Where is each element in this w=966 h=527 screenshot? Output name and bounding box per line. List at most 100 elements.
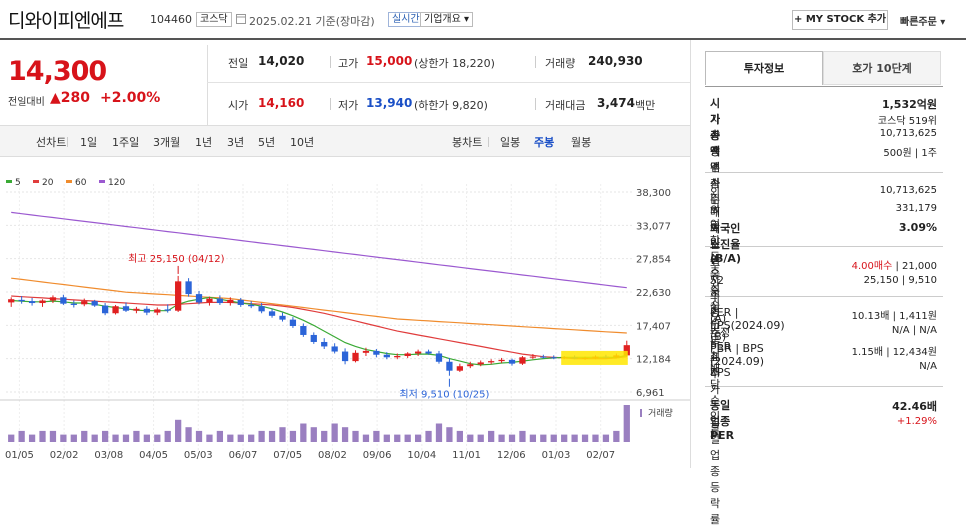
candle-body (477, 362, 484, 365)
divider (535, 56, 536, 68)
opinion-rating: 4.00매수 (851, 261, 893, 272)
company-info-button[interactable]: 기업개요 ▾ (420, 12, 473, 27)
volume-bar (571, 434, 578, 442)
volume-bar (227, 434, 234, 442)
x-tick-label: 11/01 (452, 450, 481, 461)
candle-body (289, 319, 297, 327)
candle-body (279, 315, 286, 320)
candle-body (456, 366, 463, 371)
candle-body (373, 350, 380, 355)
period-1w[interactable]: 1주일 (112, 134, 139, 150)
candle-body (91, 301, 98, 306)
volume-bar (101, 430, 109, 442)
candle-body (70, 303, 77, 305)
divider (705, 86, 943, 87)
candle-body (488, 361, 495, 363)
line-chart-label: 선차트 (36, 136, 67, 149)
realtime-tag[interactable]: 실시간 (388, 12, 424, 27)
period-3y[interactable]: 3년 (227, 134, 244, 150)
high-limit-note: (상한가 18,220) (414, 57, 495, 70)
volume-bar (540, 434, 547, 442)
high-value: 15,000 (366, 54, 413, 68)
moving-averages (11, 211, 627, 366)
period-5y[interactable]: 5년 (258, 134, 275, 150)
volume-bar (352, 430, 359, 442)
y-axis: 38,300 33,077 27,854 22,630 17,407 12,184 6,96… (636, 188, 671, 399)
period-10y[interactable]: 10년 (290, 134, 314, 150)
calendar-icon (236, 13, 246, 27)
y-tick-label: 27,854 (636, 255, 671, 266)
sector-value: +1.29% (896, 416, 937, 427)
volume-bar (154, 434, 161, 442)
foreign-value: 3.09% (898, 221, 937, 234)
volume-bar (404, 434, 411, 442)
candle-body (175, 281, 182, 311)
y-tick-label: 17,407 (636, 321, 671, 332)
volume-bar (133, 430, 140, 442)
volume-bar (383, 434, 390, 442)
volume-bar (60, 434, 67, 442)
x-tick-label: 10/04 (407, 450, 436, 461)
stock-name: 디와이피엔에프 (8, 10, 124, 32)
candle-body (227, 299, 234, 304)
volume-bar (519, 430, 526, 442)
candle-body (508, 359, 516, 364)
candle-body (60, 297, 67, 304)
opinion-value: 4.00매수 | 21,000 (790, 257, 937, 272)
add-mystock-button[interactable]: + MY STOCK 추가 (792, 10, 888, 30)
target-price: | 21,000 (892, 261, 937, 272)
volume-bar (362, 434, 370, 442)
volume-bar (185, 427, 192, 442)
candle-daily[interactable]: 일봉 (500, 134, 520, 150)
y-tick-label: 33,077 (636, 221, 671, 232)
candle-body (414, 351, 422, 354)
open-label: 시가 (228, 99, 249, 112)
low-label: 저가 (338, 99, 359, 112)
divider (67, 137, 68, 147)
sector-label: 동일업종 등락률 (710, 417, 721, 526)
candle-body (112, 306, 119, 314)
x-tick-label: 03/08 (94, 450, 123, 461)
volume-bar (122, 434, 130, 442)
candle-body (81, 301, 88, 305)
candle-body (394, 356, 401, 358)
y-tick-label: 12,184 (636, 355, 671, 366)
candle-body (540, 356, 547, 358)
valuation-value: 1.15배 | 12,434원 (851, 347, 937, 358)
divider (330, 56, 331, 68)
volume-bar (331, 423, 338, 442)
divider (705, 386, 943, 387)
date-text: 2025.02.21 기준(장마감) (249, 15, 375, 28)
period-1d[interactable]: 1일 (80, 134, 97, 150)
candle-body (425, 351, 432, 354)
candle-body (321, 341, 328, 347)
candle-weekly[interactable]: 주봉 (534, 134, 554, 150)
candle-monthly[interactable]: 월봉 (571, 134, 591, 150)
volume-bar (8, 434, 15, 442)
tab-order-book[interactable]: 호가 10단계 (823, 51, 941, 85)
quick-order-button[interactable]: 빠른주문 ▾ (900, 13, 945, 28)
valuation-value: N/A (919, 361, 937, 372)
sector-value: 42.46배 (892, 400, 937, 413)
volume-bar (112, 434, 119, 442)
candle-body (8, 299, 15, 303)
x-axis: 01/05 02/02 03/08 04/05 05/03 06/07 07/05 08/02… (5, 450, 615, 461)
tab-invest-info[interactable]: 투자정보 (705, 51, 823, 85)
volume-bar (394, 434, 401, 442)
volume-bar (310, 427, 317, 442)
volume-bar (467, 434, 474, 442)
volume-bar (561, 434, 568, 442)
period-1y[interactable]: 1년 (195, 134, 212, 150)
x-tick-label: 02/07 (586, 450, 615, 461)
period-3m[interactable]: 3개월 (153, 134, 180, 150)
candle-body (206, 298, 213, 303)
volume-bar (91, 434, 98, 442)
candle-body (519, 357, 526, 364)
candle-body (143, 308, 150, 313)
y-tick-label: 38,300 (636, 188, 671, 199)
trade-value-label: 거래대금 (545, 99, 586, 112)
volume-value: 240,930 (588, 54, 643, 68)
y-tick-label: 22,630 (636, 288, 671, 299)
ma-line-120 (11, 211, 627, 289)
candle-body (185, 281, 192, 295)
